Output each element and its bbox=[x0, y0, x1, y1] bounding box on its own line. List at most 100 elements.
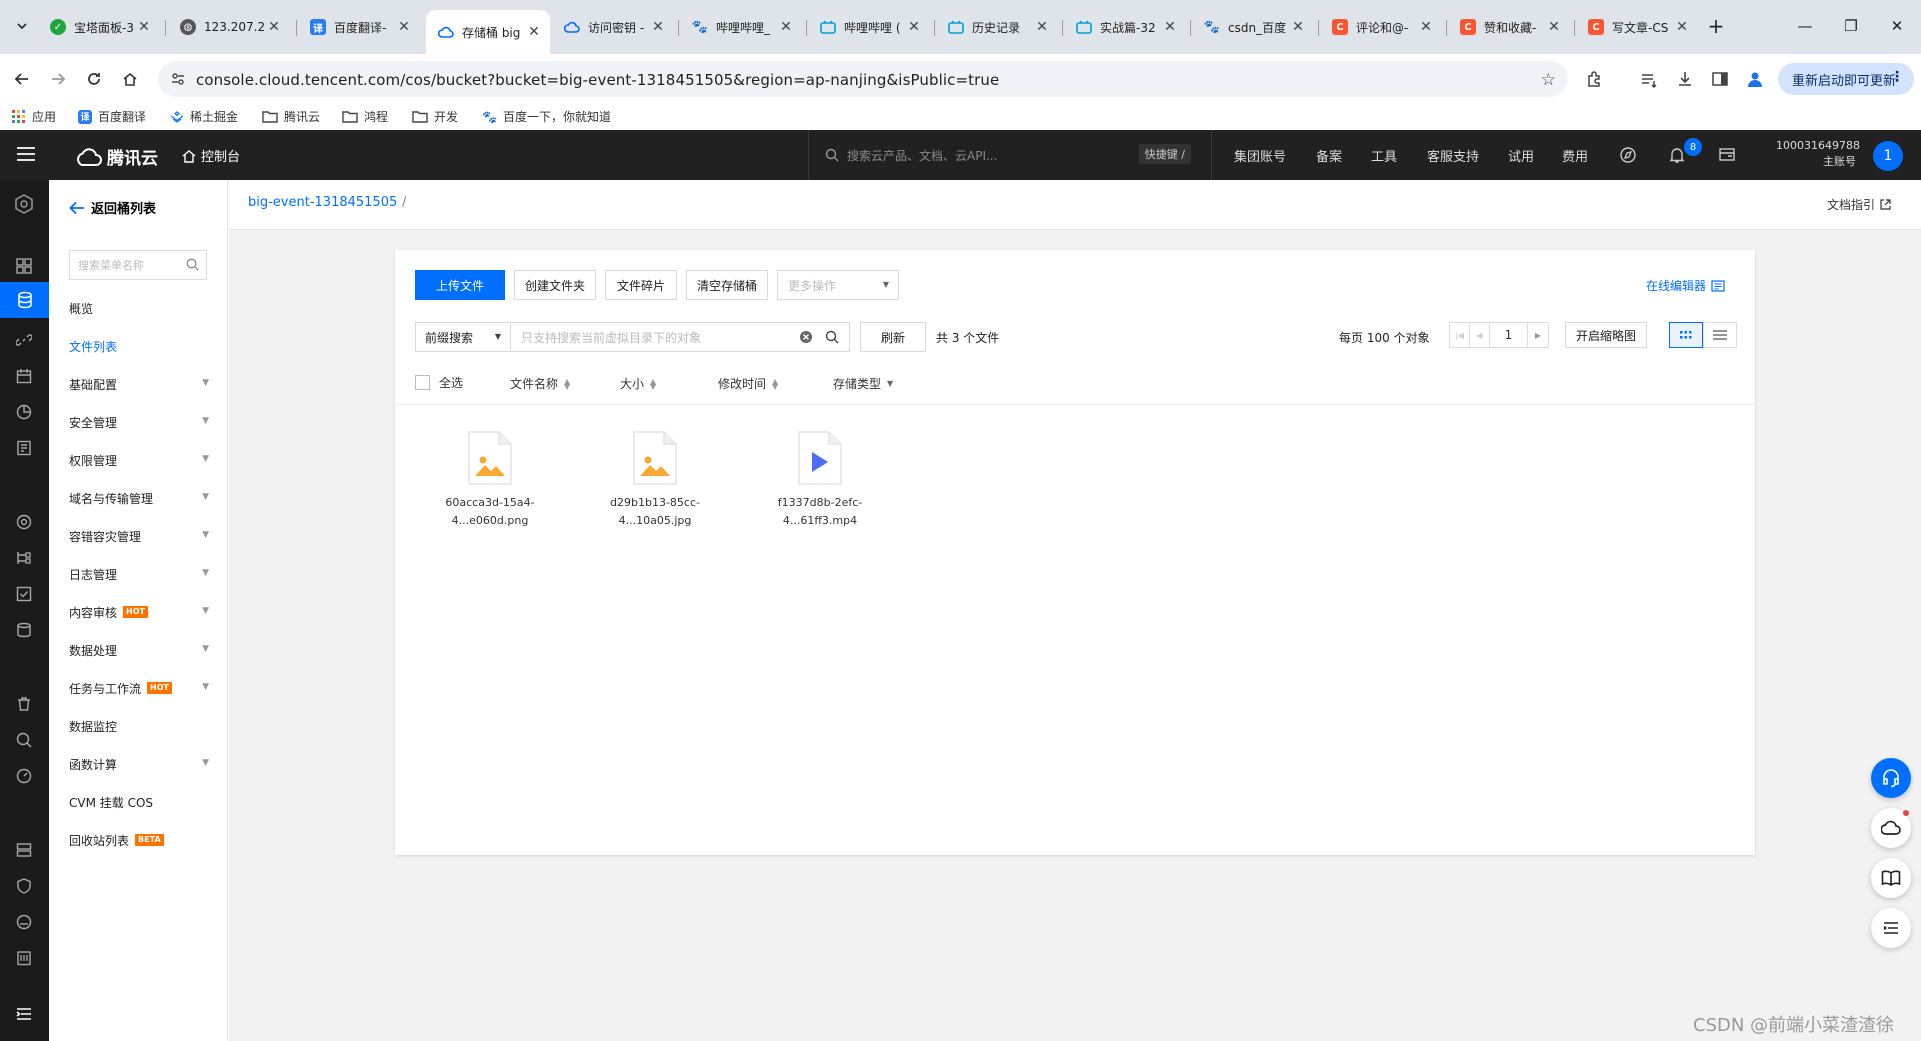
more-actions-dropdown[interactable]: 更多操作 ▼ bbox=[777, 270, 899, 300]
clear-bucket-button[interactable]: 清空存储桶 bbox=[686, 270, 768, 300]
menu-item-log-management[interactable]: 日志管理 ▼ bbox=[69, 564, 209, 584]
list-menu-icon[interactable] bbox=[1871, 908, 1911, 948]
nav-filing[interactable]: 备案 bbox=[1316, 146, 1342, 165]
account-info[interactable]: 100031649788 主账号 bbox=[1776, 138, 1860, 170]
menu-item-permissions[interactable]: 权限管理 ▼ bbox=[69, 450, 209, 470]
console-home-link[interactable]: 控制台 bbox=[182, 146, 240, 165]
menu-item-cvm-mount[interactable]: CVM 挂载 COS bbox=[69, 792, 209, 812]
browser-tab[interactable]: 访问密钥 - ✕ bbox=[552, 10, 674, 44]
browser-tab[interactable]: 哔哩哔哩 ( ✕ bbox=[808, 10, 930, 44]
breadcrumb-bucket-link[interactable]: big-event-1318451505 bbox=[248, 195, 397, 210]
network-tree-icon[interactable] bbox=[12, 546, 36, 570]
nav-support[interactable]: 客服支持 bbox=[1427, 146, 1479, 165]
page-size-label[interactable]: 每页 100 个对象 bbox=[1339, 329, 1430, 346]
refresh-button[interactable]: 刷新 bbox=[860, 322, 926, 352]
trash-icon[interactable] bbox=[12, 692, 36, 716]
upload-file-button[interactable]: 上传文件 bbox=[415, 270, 505, 300]
back-arrow-icon[interactable] bbox=[10, 67, 34, 91]
menu-item-content-moderation[interactable]: 内容审核 HOT ▼ bbox=[69, 602, 209, 622]
close-window-icon[interactable]: ✕ bbox=[1877, 14, 1917, 38]
collapse-menu-icon[interactable] bbox=[12, 1002, 36, 1026]
close-icon[interactable]: ✕ bbox=[1162, 19, 1178, 35]
menu-item-file-list[interactable]: 文件列表 bbox=[69, 336, 209, 356]
site-settings-icon[interactable] bbox=[170, 71, 186, 87]
home-icon[interactable] bbox=[118, 67, 142, 91]
server-icon[interactable] bbox=[12, 838, 36, 862]
profile-icon[interactable] bbox=[1743, 67, 1767, 91]
list-view-icon[interactable] bbox=[1703, 322, 1737, 348]
new-tab-button[interactable]: + bbox=[1696, 14, 1736, 38]
bookmark-baidu-translate[interactable]: 译 百度翻译 bbox=[78, 108, 146, 125]
browser-tab[interactable]: C 赞和收藏- ✕ bbox=[1448, 10, 1570, 44]
browser-tab-active[interactable]: 存储桶 big ✕ bbox=[426, 10, 550, 54]
search-mode-select[interactable]: 前缀搜索 ▼ bbox=[415, 322, 511, 352]
menu-item-overview[interactable]: 概览 bbox=[69, 298, 209, 318]
minimize-icon[interactable]: — bbox=[1785, 14, 1825, 38]
close-icon[interactable]: ✕ bbox=[1418, 19, 1434, 35]
bookmark-folder-dev[interactable]: 开发 bbox=[412, 108, 458, 125]
cloud-assistant-icon[interactable] bbox=[1871, 808, 1911, 848]
close-icon[interactable]: ✕ bbox=[266, 19, 282, 35]
file-tile[interactable]: d29b1b13-85cc- 4...10a05.jpg bbox=[600, 430, 710, 530]
database-icon[interactable] bbox=[12, 618, 36, 642]
menu-item-recycle-bin[interactable]: 回收站列表 BETA bbox=[69, 830, 209, 850]
search-icon[interactable] bbox=[825, 330, 839, 344]
reload-icon[interactable] bbox=[82, 67, 106, 91]
tencent-cloud-logo[interactable]: 腾讯云 bbox=[75, 144, 158, 169]
global-search-input[interactable]: 搜索云产品、文档、云API... 快捷键 / bbox=[808, 130, 1212, 180]
search-icon[interactable] bbox=[186, 258, 199, 271]
menu-item-tasks-workflow[interactable]: 任务与工作流 HOT ▼ bbox=[69, 678, 209, 698]
menu-item-data-monitoring[interactable]: 数据监控 bbox=[69, 716, 209, 736]
browser-tab[interactable]: 译 百度翻译- ✕ bbox=[298, 10, 420, 44]
menu-item-function-compute[interactable]: 函数计算 ▼ bbox=[69, 754, 209, 774]
doc-guide-link[interactable]: 文档指引 bbox=[1827, 196, 1891, 213]
tab-search-chevron-icon[interactable] bbox=[10, 14, 34, 38]
bookmark-apps[interactable]: 应用 bbox=[12, 108, 56, 125]
star-icon[interactable]: ☆ bbox=[1541, 70, 1556, 90]
menu-item-data-processing[interactable]: 数据处理 ▼ bbox=[69, 640, 209, 660]
checklist-icon[interactable] bbox=[12, 582, 36, 606]
clear-input-icon[interactable] bbox=[799, 330, 813, 344]
browser-tab[interactable]: ◍ 123.207.2 ✕ bbox=[168, 10, 290, 44]
bookmark-folder-hongcheng[interactable]: 鸿程 bbox=[342, 108, 388, 125]
column-name-sort[interactable]: 文件名称 ▲ ▼ bbox=[510, 375, 570, 392]
close-icon[interactable]: ✕ bbox=[1546, 19, 1562, 35]
close-icon[interactable]: ✕ bbox=[650, 19, 666, 35]
menu-search-input[interactable]: 搜索菜单名称 bbox=[69, 250, 207, 280]
back-to-bucket-list[interactable]: 返回桶列表 bbox=[69, 198, 156, 217]
browser-tab[interactable]: C 评论和@- ✕ bbox=[1320, 10, 1442, 44]
help-compass-icon[interactable] bbox=[1619, 146, 1637, 164]
bookmark-baidu[interactable]: 🐾 百度一下，你就知道 bbox=[482, 108, 611, 125]
zoom-search-icon[interactable] bbox=[12, 728, 36, 752]
select-all-checkbox[interactable]: 全选 bbox=[415, 374, 463, 391]
bookmark-folder-tencent[interactable]: 腾讯云 bbox=[262, 108, 320, 125]
menu-item-basic-config[interactable]: 基础配置 ▼ bbox=[69, 374, 209, 394]
close-icon[interactable]: ✕ bbox=[1034, 19, 1050, 35]
close-icon[interactable]: ✕ bbox=[778, 19, 794, 35]
grid-view-icon[interactable] bbox=[1669, 322, 1703, 348]
bookmark-juejin[interactable]: 稀土掘金 bbox=[170, 108, 238, 125]
open-book-icon[interactable] bbox=[1871, 858, 1911, 898]
file-tile[interactable]: 60acca3d-15a4- 4...e060d.png bbox=[435, 430, 545, 530]
close-icon[interactable]: ✕ bbox=[906, 19, 922, 35]
object-search-input[interactable]: 只支持搜索当前虚拟目录下的对象 bbox=[510, 322, 850, 352]
menu-item-domain-transfer[interactable]: 域名与传输管理 ▼ bbox=[69, 488, 209, 508]
close-icon[interactable]: ✕ bbox=[1290, 19, 1306, 35]
address-bar[interactable]: console.cloud.tencent.com/cos/bucket?buc… bbox=[158, 61, 1568, 97]
download-icon[interactable] bbox=[1673, 67, 1697, 91]
thumbnail-toggle-button[interactable]: 开启缩略图 bbox=[1565, 322, 1647, 348]
monitor-icon[interactable] bbox=[12, 510, 36, 534]
forward-arrow-icon[interactable] bbox=[46, 67, 70, 91]
close-icon[interactable]: ✕ bbox=[136, 19, 152, 35]
browser-tab[interactable]: ✓ 宝塔面板-3 ✕ bbox=[38, 10, 160, 44]
current-page-input[interactable]: 1 bbox=[1490, 323, 1528, 347]
hamburger-menu-icon[interactable] bbox=[16, 145, 36, 163]
message-icon[interactable] bbox=[1718, 146, 1736, 164]
clipboard-icon[interactable] bbox=[12, 946, 36, 970]
column-storage-class-filter[interactable]: 存储类型 ▼ bbox=[833, 375, 893, 392]
nav-trial[interactable]: 试用 bbox=[1508, 146, 1534, 165]
prev-page-icon[interactable]: ◀ bbox=[1470, 323, 1490, 347]
browser-tab[interactable]: 🐾 csdn_百度 ✕ bbox=[1192, 10, 1314, 44]
next-page-icon[interactable]: ▶ bbox=[1528, 323, 1548, 347]
cos-storage-icon[interactable] bbox=[0, 282, 49, 318]
